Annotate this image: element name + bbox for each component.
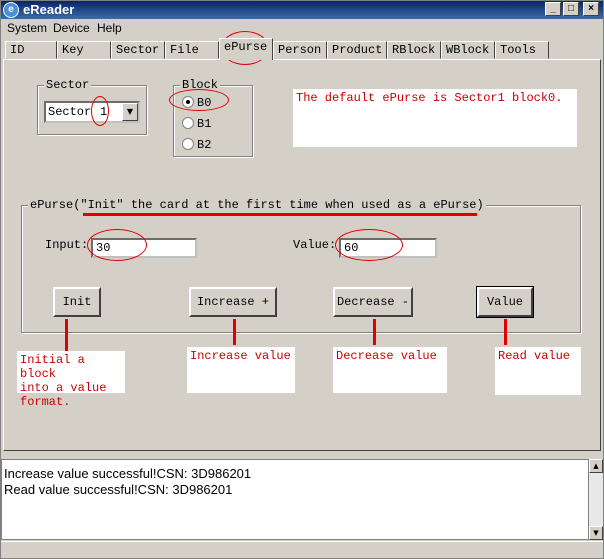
annotation-circle-sector [91,96,109,126]
init-note: Initial a block into a value format. [17,351,125,409]
tab-file[interactable]: File [165,41,219,59]
annotation-line-increase [233,319,236,345]
tab-person[interactable]: Person [273,41,327,59]
tab-id[interactable]: ID [5,41,57,59]
read-note: Read value [495,347,581,395]
input-label: Input: [45,238,89,252]
log-scrollbar[interactable]: ▲ ▼ [589,459,603,540]
tab-epurse[interactable]: ePurse [219,38,273,60]
annotation-circle-b0 [169,89,229,111]
annotation-circle-value [335,229,403,261]
log-line: Read value successful!CSN: 3D986201 [4,482,233,497]
annotation-line-decrease [373,319,376,345]
init-button[interactable]: Init [53,287,101,317]
decrease-button[interactable]: Decrease - [333,287,413,317]
value-button[interactable]: Value [476,286,534,318]
increase-button[interactable]: Increase + [189,287,277,317]
annotation-underline [83,213,477,216]
radio-icon[interactable] [182,138,194,150]
menu-bar: System Device Help [1,19,603,37]
log-output[interactable]: Increase value successful!CSN: 3D986201 … [1,459,589,540]
maximize-button[interactable]: □ [563,2,579,16]
value-label: Value: [293,238,337,252]
epurse-group-title: ePurse("Init" the card at the first time… [28,198,486,212]
tab-rblock[interactable]: RBlock [387,41,441,59]
block-option-b1: B1 [197,117,212,131]
radio-icon[interactable] [182,117,194,129]
app-window: e eReader _ □ × System Device Help ID Ke… [0,0,604,559]
block-radio-b1[interactable]: B1 [182,117,211,131]
annotation-line-init [65,319,68,351]
scroll-up-icon[interactable]: ▲ [589,459,603,473]
scroll-down-icon[interactable]: ▼ [589,526,603,540]
menu-system[interactable]: System [7,21,47,35]
app-icon[interactable]: e [3,2,19,18]
window-title: eReader [23,2,75,17]
increase-note: Increase value [187,347,295,393]
default-note: The default ePurse is Sector1 block0. [293,89,577,147]
close-button[interactable]: × [583,2,599,16]
sector-select-label: Sector [48,105,92,119]
chevron-down-icon[interactable]: ▼ [122,103,138,121]
log-line: Increase value successful!CSN: 3D986201 [4,466,252,481]
menu-device[interactable]: Device [53,21,90,35]
block-option-b2: B2 [197,138,212,152]
sector-group-title: Sector [44,78,92,92]
menu-help[interactable]: Help [97,21,122,35]
title-bar[interactable]: e eReader _ □ × [1,1,603,19]
block-radio-b2[interactable]: B2 [182,138,211,152]
annotation-circle-input [87,229,147,261]
status-bar [1,541,603,558]
tab-tools[interactable]: Tools [495,41,549,59]
tab-product[interactable]: Product [327,41,387,59]
annotation-line-value [504,319,507,345]
tab-wblock[interactable]: WBlock [441,41,495,59]
tab-sector[interactable]: Sector [111,41,165,59]
decrease-note: Decrease value [333,347,447,393]
tab-key[interactable]: Key [57,41,111,59]
minimize-button[interactable]: _ [545,2,561,16]
